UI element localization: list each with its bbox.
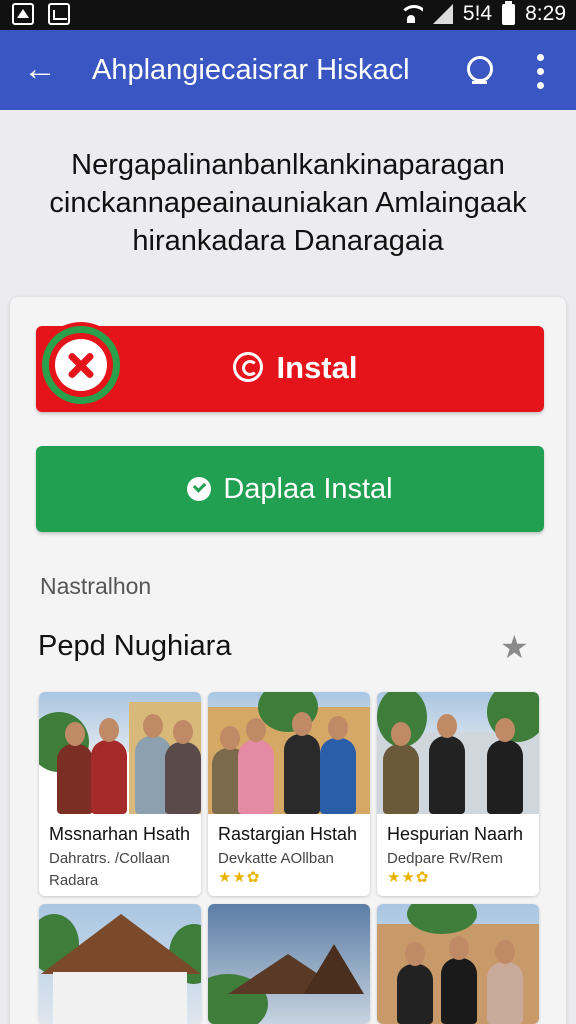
headline-line-3: hirankadara Danaragaia [132, 225, 444, 257]
tile-photo [208, 904, 370, 1024]
status-bar: 5!4 8:29 [0, 0, 576, 30]
tile-name: Hespurian Naarh [387, 824, 524, 844]
headline-line-1: Nergapalinanbanlkankinaparagan [71, 149, 505, 181]
download-install-button[interactable]: Daplaa Instal [36, 446, 544, 532]
check-icon [187, 477, 212, 501]
section-title: Pepd Nughiara [38, 630, 232, 662]
list-item[interactable]: Hespurian Naarh Dedpare Rv/Rem ★★✿ [377, 692, 539, 896]
headline-line-2: cinckannapeainauniakan Amlaingaak [49, 187, 527, 219]
clock: 8:29 [525, 2, 566, 25]
tile-rating: ★★✿ [218, 869, 261, 886]
tile-photo [377, 692, 539, 814]
tile-photo [39, 692, 201, 814]
copyright-icon [232, 352, 263, 382]
download-button-label: Daplaa Instal [223, 473, 393, 505]
list-item[interactable]: Mssnarhan Hsath Dahratrs. /Collaan Radar… [39, 692, 201, 896]
install-button-label: Instal [276, 350, 358, 385]
search-icon[interactable] [462, 52, 500, 90]
battery-icon [502, 0, 516, 25]
tile-meta: Devkatte AOllban [218, 850, 334, 867]
tile-name: Rastargian Hstah [218, 824, 358, 844]
image-notification-icon [48, 3, 70, 25]
back-arrow-icon[interactable]: ← [20, 50, 60, 90]
tile-meta: Dedpare Rv/Rem [387, 850, 503, 867]
star-icon[interactable]: ★ [500, 628, 529, 666]
more-vert-icon[interactable] [528, 52, 554, 92]
tile-photo [39, 904, 201, 1024]
page-headline: Nergapalinanbanlkankinaparagan cinckanna… [20, 146, 556, 260]
tile-photo [377, 904, 539, 1024]
list-item[interactable] [39, 904, 201, 1024]
list-item[interactable] [377, 904, 539, 1024]
list-item[interactable] [208, 904, 370, 1024]
wifi-icon [399, 5, 423, 23]
close-icon[interactable] [42, 326, 120, 404]
signal-icon [432, 4, 453, 24]
tile-meta: Dahratrs. /Collaan [49, 850, 170, 867]
app-bar: ← Ahplangiecaisrar Hiskacl [0, 30, 576, 110]
notification-icon [12, 3, 34, 25]
section-subtitle: Nastralhon [40, 573, 152, 599]
list-item[interactable]: Rastargian Hstah Devkatte AOllban ★★✿ [208, 692, 370, 896]
app-title: Ahplangiecaisrar Hiskacl [92, 54, 410, 86]
tile-photo [208, 692, 370, 814]
network-indicator: 5!4 [462, 2, 493, 25]
tile-meta-secondary: Radara [49, 872, 99, 889]
tile-rating: ★★✿ [387, 869, 430, 886]
tile-name: Mssnarhan Hsath [49, 824, 191, 844]
